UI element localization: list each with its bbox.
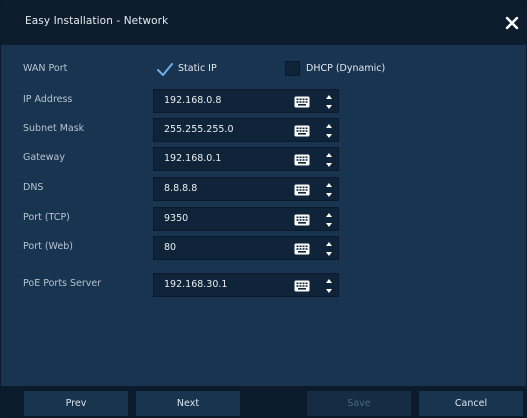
up-down-spinner-icon[interactable] xyxy=(324,92,334,112)
keyboard-icon[interactable] xyxy=(294,214,310,226)
save-button[interactable]: Save xyxy=(307,391,411,416)
network-settings-window: Easy Installation - Network WAN Port Sta… xyxy=(0,0,527,418)
subnet-mask-field[interactable]: 255.255.255.0 xyxy=(153,118,339,142)
ip-address-field[interactable]: 192.168.0.8 xyxy=(153,89,339,113)
up-down-spinner-icon[interactable] xyxy=(324,210,334,230)
next-button[interactable]: Next xyxy=(136,391,240,416)
cancel-button[interactable]: Cancel xyxy=(419,391,523,416)
keyboard-icon[interactable] xyxy=(294,96,310,108)
gateway-label: Gateway xyxy=(23,152,65,163)
up-down-spinner-icon[interactable] xyxy=(324,121,334,141)
window-title: Easy Installation - Network xyxy=(25,15,169,27)
ip-address-label: IP Address xyxy=(23,94,73,105)
gateway-row: Gateway 192.168.0.1 xyxy=(1,147,527,171)
button-bar: Prev Next Save Cancel xyxy=(1,386,527,418)
port-tcp-label: Port (TCP) xyxy=(23,212,70,223)
dhcp-label[interactable]: DHCP (Dynamic) xyxy=(306,63,385,74)
keyboard-icon[interactable] xyxy=(294,243,310,255)
keyboard-icon[interactable] xyxy=(294,184,310,196)
dns-row: DNS 8.8.8.8 xyxy=(1,177,527,201)
port-web-field[interactable]: 80 xyxy=(153,236,339,260)
port-web-value: 80 xyxy=(164,242,177,253)
ip-address-value: 192.168.0.8 xyxy=(164,95,222,106)
subnet-mask-label: Subnet Mask xyxy=(23,123,85,134)
static-ip-label[interactable]: Static IP xyxy=(178,63,217,74)
dns-field[interactable]: 8.8.8.8 xyxy=(153,177,339,201)
port-web-label: Port (Web) xyxy=(23,241,73,252)
port-tcp-value: 9350 xyxy=(164,213,189,224)
port-tcp-field[interactable]: 9350 xyxy=(153,207,339,231)
keyboard-icon[interactable] xyxy=(294,280,310,292)
up-down-spinner-icon[interactable] xyxy=(324,239,334,259)
up-down-spinner-icon[interactable] xyxy=(324,180,334,200)
port-web-row: Port (Web) 80 xyxy=(1,236,527,260)
poe-server-field[interactable]: 192.168.30.1 xyxy=(153,273,339,297)
dhcp-checkbox[interactable] xyxy=(285,61,300,76)
check-icon xyxy=(157,63,173,76)
ip-address-row: IP Address 192.168.0.8 xyxy=(1,89,527,113)
keyboard-icon[interactable] xyxy=(294,125,310,137)
close-icon[interactable] xyxy=(502,13,522,33)
static-ip-checkbox[interactable] xyxy=(157,62,173,76)
subnet-mask-value: 255.255.255.0 xyxy=(164,124,234,135)
up-down-spinner-icon[interactable] xyxy=(324,276,334,296)
poe-server-value: 192.168.30.1 xyxy=(164,279,228,290)
poe-server-label: PoE Ports Server xyxy=(23,278,102,289)
up-down-spinner-icon[interactable] xyxy=(324,150,334,170)
wan-port-row: WAN Port Static IP DHCP (Dynamic) xyxy=(1,59,527,83)
subnet-mask-row: Subnet Mask 255.255.255.0 xyxy=(1,118,527,142)
keyboard-icon[interactable] xyxy=(294,154,310,166)
dns-value: 8.8.8.8 xyxy=(164,183,198,194)
dns-label: DNS xyxy=(23,182,44,193)
gateway-value: 192.168.0.1 xyxy=(164,153,222,164)
poe-server-row: PoE Ports Server 192.168.30.1 xyxy=(1,273,527,297)
prev-button[interactable]: Prev xyxy=(24,391,128,416)
port-tcp-row: Port (TCP) 9350 xyxy=(1,207,527,231)
gateway-field[interactable]: 192.168.0.1 xyxy=(153,147,339,171)
title-bar: Easy Installation - Network xyxy=(1,1,527,45)
wan-port-label: WAN Port xyxy=(23,63,68,74)
